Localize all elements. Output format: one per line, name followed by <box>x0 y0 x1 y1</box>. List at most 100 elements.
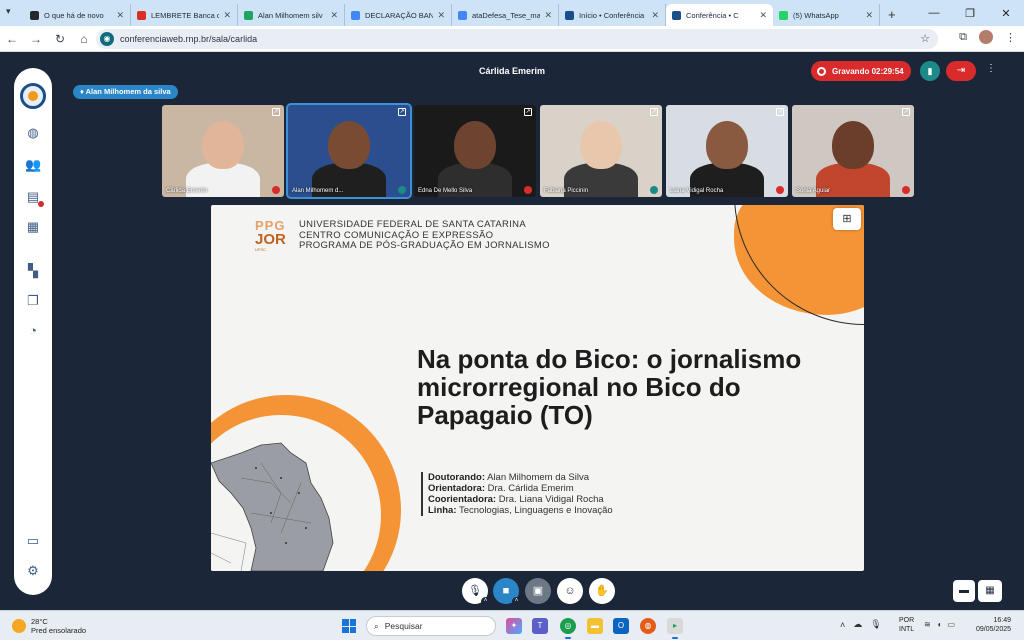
participant-tile[interactable]: ↗ Alan Milhomem d... <box>286 103 412 199</box>
close-window-icon[interactable]: ✕ <box>988 7 1024 20</box>
participants-icon[interactable]: 👥 <box>25 157 41 173</box>
browser-tab-bar: ▾ O que há de novo ✕ LEMBRETE Banca de ✕ Ala… <box>0 0 1024 26</box>
docs-icon <box>458 10 467 20</box>
settings-gear-icon[interactable]: ⚙ <box>25 563 41 579</box>
tab-list-icon[interactable]: ▾ <box>6 6 11 17</box>
back-icon[interactable]: ← <box>0 32 24 46</box>
credit-line: Orientadora: Dra. Cárlida Emerim <box>428 483 574 494</box>
teams-icon[interactable]: T <box>532 618 548 634</box>
browser-tab[interactable]: Início • Conferência ✕ <box>559 4 666 26</box>
restore-icon[interactable]: ❐ <box>952 7 988 20</box>
browser-tab[interactable]: LEMBRETE Banca de ✕ <box>131 4 238 26</box>
close-tab-icon[interactable]: ✕ <box>759 10 767 21</box>
popout-icon[interactable]: ↗ <box>524 108 532 116</box>
participant-strip: ↗ Cárlida Emerim ↗ Alan Milhomem d... ↗ Edna … <box>162 103 914 199</box>
profile-avatar[interactable] <box>979 30 993 44</box>
notes-icon[interactable]: ▦ <box>25 219 41 235</box>
language-indicator[interactable]: POR INTL <box>899 616 914 634</box>
layout-toggle-button[interactable]: ▦ <box>978 580 1002 602</box>
taskbar-search-input[interactable]: ⌕ Pesquisar <box>366 616 496 636</box>
participant-face <box>328 121 370 169</box>
profile-icon[interactable]: ◍ <box>25 125 41 141</box>
quick-settings[interactable]: ≋ ◖ ▭ <box>924 620 955 629</box>
close-tab-icon[interactable]: ✕ <box>544 10 552 21</box>
participant-face <box>706 121 748 169</box>
microphone-icon[interactable]: 🎙 <box>870 619 881 630</box>
clock-time: 16:49 <box>993 617 1012 624</box>
browser-tab-label: DECLARAÇÃO BANC <box>365 10 434 20</box>
browser-tab[interactable]: DECLARAÇÃO BANC ✕ <box>345 4 452 26</box>
browser-tab-label: ataDefesa_Tese_ma <box>472 10 541 20</box>
close-tab-icon[interactable]: ✕ <box>437 10 445 21</box>
close-tab-icon[interactable]: ✕ <box>116 10 124 21</box>
mic-options-icon[interactable]: ˄ <box>481 597 490 606</box>
chrome-icon[interactable]: ◎ <box>560 618 576 639</box>
browser-tab[interactable]: Conferência • C ✕ <box>666 4 773 26</box>
raise-hand-button[interactable]: ✋ <box>589 578 615 604</box>
browser-tab[interactable]: O que há de novo ✕ <box>24 4 131 26</box>
popout-icon[interactable]: ↗ <box>902 108 910 116</box>
popout-icon[interactable]: ↗ <box>776 108 784 116</box>
popout-icon[interactable]: ↗ <box>398 108 406 116</box>
participant-tile[interactable]: ↗ Sonia Aguiar <box>792 105 914 197</box>
windows-start-icon[interactable] <box>342 619 356 633</box>
taskbar-clock[interactable]: 16:49 09/05/2025 <box>976 616 1011 634</box>
mute-mic-button[interactable]: 🎙 ˄ <box>462 578 490 606</box>
browser-tab-label: Início • Conferência <box>579 10 645 20</box>
popout-icon[interactable]: ↗ <box>650 108 658 116</box>
url-field[interactable]: ◉ conferenciaweb.rnp.br/sala/carlida ☆ <box>96 29 938 49</box>
reload-icon[interactable]: ↻ <box>48 32 72 46</box>
new-tab-button[interactable]: + <box>880 4 904 26</box>
cloud-icon[interactable]: ☁ <box>853 619 862 630</box>
participant-face <box>454 121 496 169</box>
participant-tile[interactable]: ↗ Cárlida Emerim <box>162 105 284 197</box>
participant-tile[interactable]: ↗ Fabiana Piccinin <box>540 105 662 197</box>
copilot-icon[interactable]: ✦ <box>506 618 522 634</box>
presentation-icon[interactable]: ❐ <box>25 293 41 309</box>
leave-meeting-button[interactable]: ⇥ <box>946 61 976 81</box>
browser-menu-icon[interactable]: ⋮ <box>1005 31 1016 44</box>
camera-button[interactable]: ■ ˄ <box>493 578 521 606</box>
outlook-icon[interactable]: O <box>613 618 629 634</box>
reactions-button[interactable]: ☺ <box>557 578 583 604</box>
volume-icon: ◖ <box>936 620 942 629</box>
bookmark-star-icon[interactable]: ☆ <box>920 32 930 45</box>
participant-tile[interactable]: ↗ Edna De Mello Silva <box>414 105 536 197</box>
battery-icon: ▭ <box>947 620 956 629</box>
minimize-icon[interactable]: — <box>916 7 952 19</box>
layout-settings-icon[interactable]: ▭ <box>25 533 41 549</box>
home-icon[interactable]: ⌂ <box>72 32 96 46</box>
extensions-icon[interactable]: ⧉ <box>959 31 967 44</box>
forward-icon[interactable]: → <box>24 32 48 46</box>
app-icon[interactable]: ▸ <box>667 618 683 639</box>
firefox-icon[interactable]: ◍ <box>640 618 656 634</box>
apps-grid-icon[interactable]: ▚ <box>25 263 41 279</box>
close-tab-icon[interactable]: ✕ <box>330 10 338 21</box>
close-tab-icon[interactable]: ✕ <box>223 10 231 21</box>
screen-share-button[interactable]: ▣ <box>525 578 551 604</box>
close-tab-icon[interactable]: ✕ <box>865 10 873 21</box>
connection-status-icon[interactable]: ▮ <box>920 61 940 81</box>
chat-unread-badge <box>38 201 44 207</box>
file-explorer-icon[interactable]: ▬ <box>587 618 603 634</box>
site-info-icon[interactable]: ◉ <box>100 32 114 46</box>
timer-icon[interactable]: ◔ <box>25 323 41 339</box>
camera-options-icon[interactable]: ˄ <box>512 597 521 606</box>
popout-icon[interactable]: ↗ <box>272 108 280 116</box>
browser-tab-label: O que há de novo <box>44 10 104 20</box>
weather-widget[interactable]: 28°C Pred ensolarado <box>12 617 86 635</box>
shared-slide: PPG JOR UFSC UNIVERSIDADE FEDERAL DE SAN… <box>211 205 864 571</box>
participant-tile[interactable]: ↗ Liana Vidigal Rocha <box>666 105 788 197</box>
chat-toggle-button[interactable]: ▬ <box>953 580 975 602</box>
close-tab-icon[interactable]: ✕ <box>651 10 659 21</box>
browser-tab[interactable]: ataDefesa_Tese_ma ✕ <box>452 4 559 26</box>
browser-tab[interactable]: (5) WhatsApp ✕ <box>773 4 880 26</box>
recording-button[interactable]: Gravando 02:29:54 <box>811 61 911 81</box>
recording-label: Gravando 02:29:54 <box>832 66 904 76</box>
show-hidden-icons-icon[interactable]: ˄ <box>840 620 845 630</box>
whatsapp-icon <box>779 10 788 20</box>
presentation-tools-button[interactable]: ⊞ <box>833 208 861 230</box>
browser-tab-label: (5) WhatsApp <box>793 10 839 20</box>
browser-tab[interactable]: Alan Milhomem silv ✕ <box>238 4 345 26</box>
more-options-icon[interactable]: ⋮ <box>986 63 996 74</box>
